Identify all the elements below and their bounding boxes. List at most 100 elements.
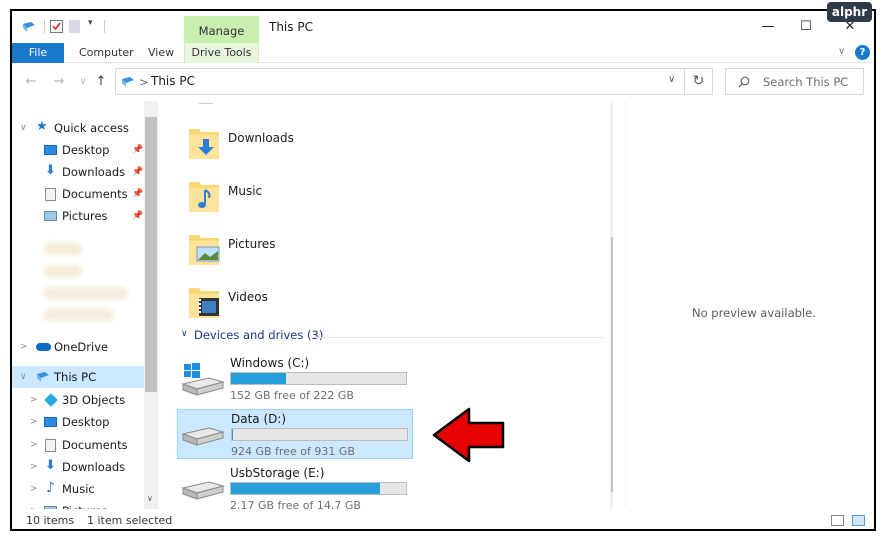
nav-label: OneDrive [54,340,109,354]
pc-app-icon [23,22,35,32]
preview-pane: No preview available. [625,101,874,509]
folder-item[interactable]: Downloads [187,123,294,164]
nav-item-documents[interactable]: Documents 📌 [12,183,144,205]
nav-item-pc-downloads[interactable]: > ⬇ Downloads [12,456,144,478]
drive-name: Windows (C:) [230,356,310,370]
music-note-icon: ♪ [46,480,55,496]
large-icons-view-icon[interactable] [852,515,865,526]
pin-icon[interactable]: 📌 [132,183,143,205]
qa-separator [104,20,105,33]
nav-label: Documents [62,438,128,452]
videos-folder-icon [189,288,219,318]
up-button[interactable]: ↑ [90,71,112,93]
collapsed-chevron-icon[interactable]: > [30,500,38,509]
refresh-button[interactable]: ↻ [685,68,713,95]
section-title: Devices and drives (3) [194,328,324,342]
drive-name: Data (D:) [231,412,287,426]
drive-item-c[interactable]: Windows (C:) 152 GB free of 222 GB [177,354,413,404]
drive-item-d[interactable]: Data (D:) 924 GB free of 931 GB [177,409,413,459]
nav-label: Desktop [62,143,110,157]
pc-icon [122,77,134,87]
tab-file[interactable]: File [12,43,64,63]
expanded-chevron-icon[interactable]: ∨ [20,366,27,388]
manage-tab[interactable]: Manage [184,16,259,44]
breadcrumb-separator[interactable]: > [139,75,149,89]
search-icon [738,76,750,88]
folder-label: Music [228,184,263,198]
partial-item-top [199,103,213,106]
nav-item-pictures[interactable]: Pictures 📌 [12,205,144,227]
breadcrumb-this-pc[interactable]: This PC [151,74,195,88]
forward-button[interactable]: → [48,71,70,93]
nav-onedrive[interactable]: > OneDrive [12,336,144,358]
windows-drive-icon [181,363,225,396]
content-scrollbar-thumb[interactable] [611,237,613,492]
nav-label: Quick access [54,121,129,135]
nav-item-pc-pictures[interactable]: > Pictures [12,500,144,509]
content-scrollbar[interactable]: ∧ ∨ [610,101,613,509]
nav-label: Documents [62,187,128,201]
collapsed-chevron-icon[interactable]: > [30,389,38,411]
hard-drive-icon [181,427,225,446]
scroll-down-arrow-icon[interactable]: ∨ [147,494,153,503]
folder-label: Pictures [228,237,276,251]
nav-scrollbar-thumb[interactable] [145,117,157,392]
collapsed-chevron-icon[interactable]: > [30,411,38,433]
expanded-chevron-icon[interactable]: ∨ [20,117,27,139]
new-folder-icon[interactable] [69,20,80,33]
nav-label: Pictures [62,209,108,223]
nav-item-pc-music[interactable]: > ♪ Music [12,478,144,500]
nav-item-desktop[interactable]: Desktop 📌 [12,139,144,161]
nav-item-3d-objects[interactable]: > 3D Objects [12,389,144,411]
customize-qa-dropdown-icon[interactable]: ▾ [88,18,93,28]
back-button[interactable]: ← [20,71,42,93]
preview-message: No preview available. [692,306,816,320]
address-dropdown-icon[interactable]: ∨ [668,74,675,85]
search-placeholder: Search This PC [763,75,849,89]
file-explorer-window: ▾ Manage This PC — ☐ ✕ File Computer Vie… [10,9,876,531]
nav-item-pc-desktop[interactable]: > Desktop [12,411,144,433]
item-count: 10 items [26,514,75,527]
folder-label: Videos [228,290,268,304]
pin-icon[interactable]: 📌 [132,139,143,161]
minimize-button[interactable]: — [750,15,786,39]
window-title: This PC [269,20,313,34]
tab-view[interactable]: View [148,43,174,63]
folder-item[interactable]: Videos [187,282,268,323]
collapsed-chevron-icon[interactable]: > [30,434,38,456]
nav-label: 3D Objects [62,393,126,407]
drive-usage-bar [231,428,408,441]
address-bar[interactable]: > This PC ∨ [115,68,685,95]
drive-item-e[interactable]: UsbStorage (E:) 2.17 GB free of 14.7 GB [177,464,413,509]
search-box[interactable]: Search This PC [725,68,864,95]
nav-item-downloads[interactable]: ⬇ Downloads 📌 [12,161,144,183]
nav-item-pc-documents[interactable]: > Documents [12,434,144,456]
devices-section-header[interactable]: ∨ Devices and drives (3) [173,327,603,347]
cloud-icon [36,343,51,351]
maximize-button[interactable]: ☐ [788,15,824,39]
properties-icon[interactable] [50,20,63,33]
collapsed-chevron-icon[interactable]: > [30,456,38,478]
ribbon-tabs: File Computer View Drive Tools ∨ ? [12,43,874,63]
folder-item[interactable]: Music [187,176,262,217]
nav-this-pc[interactable]: ∨ This PC [12,366,144,388]
folder-item[interactable]: Pictures [187,229,276,270]
tab-drive-tools[interactable]: Drive Tools [184,43,259,63]
download-arrow-icon: ⬇ [45,163,56,178]
downloads-folder-icon [189,129,219,159]
collapsed-chevron-icon[interactable]: > [20,336,28,358]
nav-quick-access[interactable]: ∨ ★ Quick access [12,117,144,139]
tab-computer[interactable]: Computer [79,43,134,63]
expanded-chevron-icon[interactable]: ∨ [181,329,188,339]
pin-icon[interactable]: 📌 [132,205,143,227]
ribbon-expand-icon[interactable]: ∨ [838,46,845,57]
collapsed-chevron-icon[interactable]: > [30,478,38,500]
nav-label: Pictures [62,500,108,509]
help-icon[interactable]: ? [855,45,870,60]
details-view-icon[interactable] [831,515,844,526]
nav-label: Downloads [62,165,126,179]
pin-icon[interactable]: 📌 [132,161,143,183]
nav-scrollbar[interactable]: ∨ [144,101,158,509]
drive-usage-bar [230,372,407,385]
qa-separator [44,20,45,33]
